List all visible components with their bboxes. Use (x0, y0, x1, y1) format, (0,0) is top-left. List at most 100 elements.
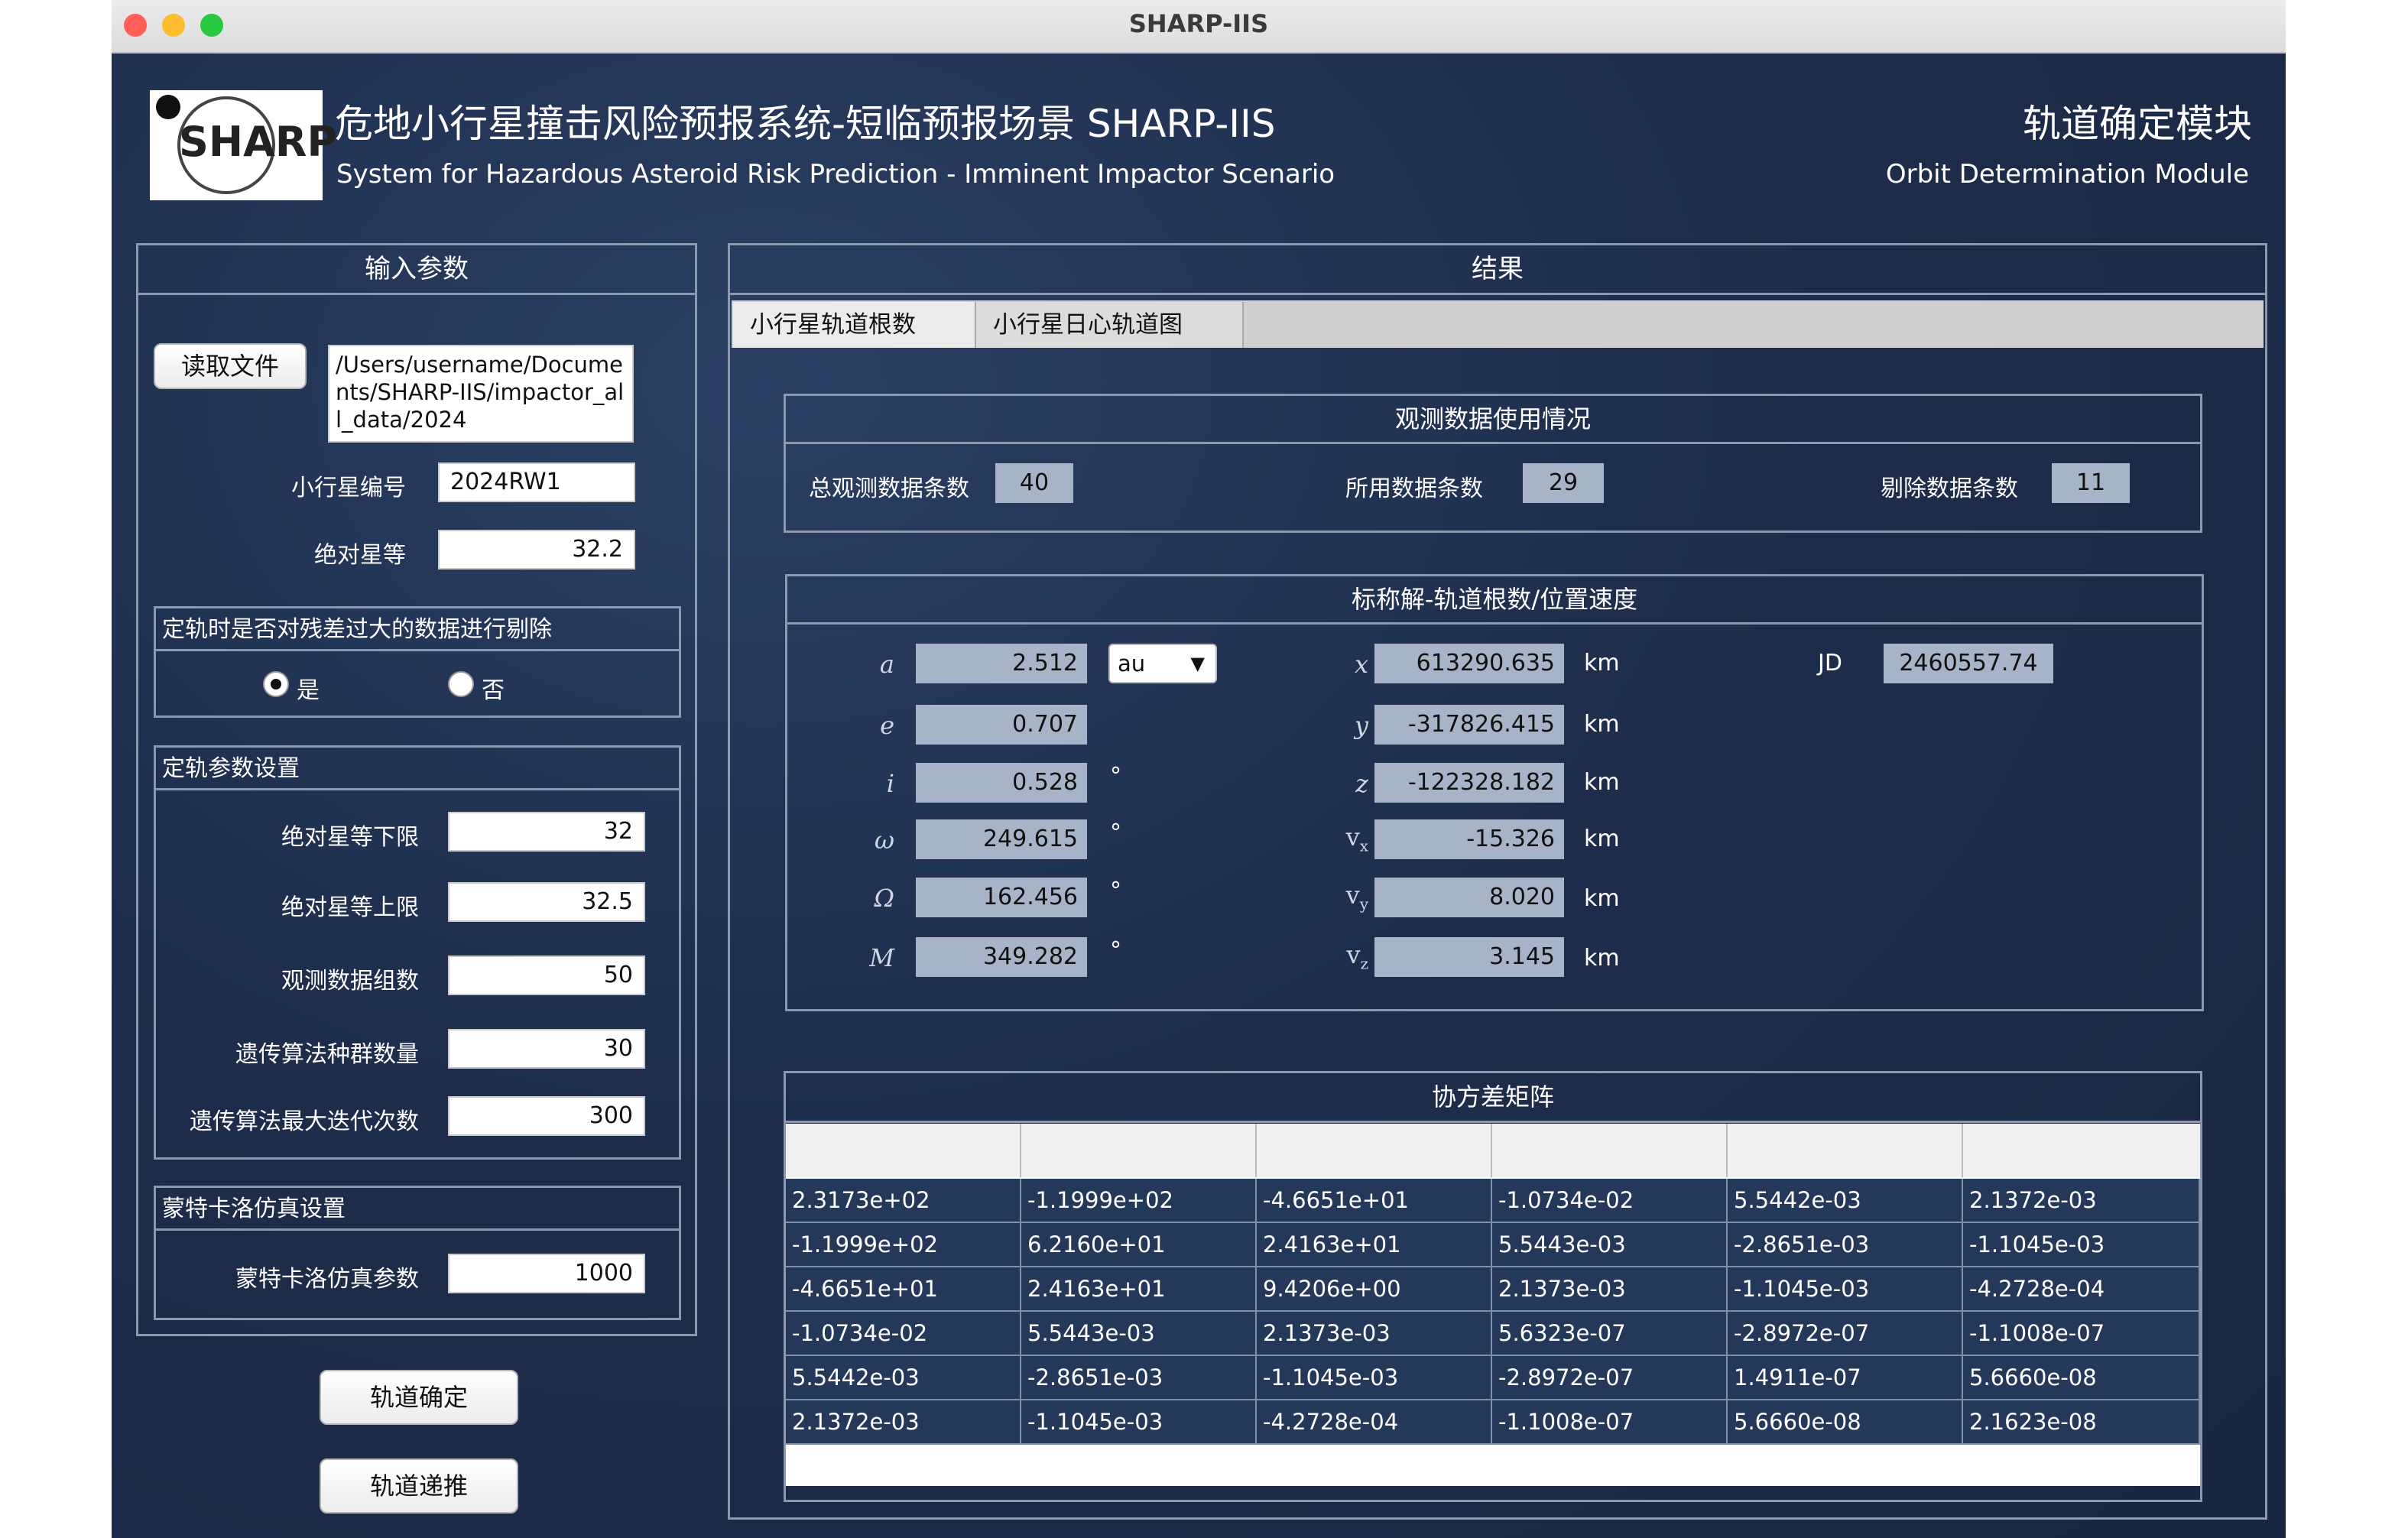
mc-param-input[interactable]: 1000 (448, 1254, 645, 1293)
app-title-cn: 危地小行星撞击风险预报系统-短临预报场景 SHARP-IIS (335, 102, 1276, 146)
a-unit-select-value: au (1118, 651, 1146, 677)
mc-panel-title: 蒙特卡洛仿真设置 (156, 1188, 679, 1231)
table-cell[interactable]: -2.8651e-03 (1021, 1356, 1257, 1400)
mc-param-label: 蒙特卡洛仿真参数 (235, 1266, 419, 1293)
app-title-en: System for Hazardous Asteroid Risk Predi… (336, 159, 1335, 190)
element-node-unit: ° (1110, 878, 1121, 904)
tab-heliocentric-orbit[interactable]: 小行星日心轨道图 (976, 302, 1244, 348)
state-vx-value: -15.326 (1374, 819, 1564, 859)
orbit-propagate-button[interactable]: 轨道递推 (320, 1459, 518, 1514)
table-cell[interactable]: -1.1045e-03 (1728, 1267, 1963, 1312)
asteroid-id-input[interactable]: 2024RW1 (438, 462, 635, 502)
table-cell[interactable]: 1.4911e-07 (1728, 1356, 1963, 1400)
abs-mag-input[interactable]: 32.2 (438, 530, 635, 569)
ga-population-input[interactable]: 30 (448, 1029, 645, 1069)
input-panel-title: 输入参数 (138, 245, 695, 295)
obs-groups-input[interactable]: 50 (448, 956, 645, 995)
table-cell[interactable]: 5.5442e-03 (786, 1356, 1021, 1400)
read-file-button[interactable]: 读取文件 (154, 343, 307, 389)
state-z-value: -122328.182 (1374, 763, 1564, 803)
table-cell[interactable]: -4.6651e+01 (1257, 1179, 1492, 1223)
reject-panel: 定轨时是否对残差过大的数据进行剔除 是 否 (154, 606, 681, 718)
ga-iterations-label: 遗传算法最大迭代次数 (190, 1108, 419, 1135)
a-unit-select[interactable]: au ▼ (1108, 644, 1217, 683)
table-cell[interactable]: 2.1623e-08 (1963, 1400, 2200, 1445)
jd-value: 2460557.74 (1884, 644, 2053, 683)
od-settings-panel: 定轨参数设置 绝对星等下限 32 绝对星等上限 32.5 观测数据组数 50 遗… (154, 745, 681, 1160)
element-node-value: 162.456 (916, 878, 1087, 917)
table-header-cell (1021, 1124, 1257, 1177)
state-symbol-x: x (1354, 650, 1368, 679)
table-cell[interactable]: -1.1008e-07 (1963, 1312, 2200, 1356)
chevron-down-icon: ▼ (1190, 653, 1205, 674)
table-cell[interactable]: 5.5443e-03 (1492, 1223, 1728, 1267)
obs-usage-title: 观测数据使用情况 (786, 396, 2200, 444)
table-header-cell (1963, 1124, 2200, 1177)
covariance-panel: 协方差矩阵 2.3173e+02 -1.1999e+02 -4.6651e+01 -1… (784, 1071, 2202, 1502)
table-cell[interactable]: 2.4163e+01 (1021, 1267, 1257, 1312)
element-symbol-node: Ω (874, 884, 894, 913)
covariance-title: 协方差矩阵 (786, 1073, 2200, 1123)
app-window: SHARP-IIS SHARP 危地小行星撞击风险预报系统-短临预报场景 SHA… (112, 0, 2286, 1538)
table-cell[interactable]: -4.2728e-04 (1963, 1267, 2200, 1312)
orbit-determine-button[interactable]: 轨道确定 (320, 1370, 518, 1425)
element-symbol-m: M (869, 943, 894, 972)
table-cell[interactable]: -4.6651e+01 (786, 1267, 1021, 1312)
table-cell[interactable]: 9.4206e+00 (1257, 1267, 1492, 1312)
state-vz-unit: km (1584, 945, 1620, 972)
od-settings-title: 定轨参数设置 (156, 748, 679, 790)
reject-no-radio[interactable] (448, 671, 474, 697)
title-bar: SHARP-IIS (112, 0, 2286, 54)
table-cell[interactable]: 2.1373e-03 (1492, 1267, 1728, 1312)
table-cell[interactable]: -1.0734e-02 (786, 1312, 1021, 1356)
table-cell[interactable]: 5.6323e-07 (1492, 1312, 1728, 1356)
ga-iterations-input[interactable]: 300 (448, 1096, 645, 1136)
element-i-value: 0.528 (916, 763, 1087, 803)
element-m-value: 349.282 (916, 937, 1087, 977)
table-cell[interactable]: 6.2160e+01 (1021, 1223, 1257, 1267)
table-cell[interactable]: 2.1372e-03 (786, 1400, 1021, 1445)
vz-symbol: v (1346, 940, 1361, 969)
element-a-value: 2.512 (916, 644, 1087, 683)
asteroid-id-label: 小行星编号 (291, 475, 406, 501)
state-symbol-vx: vx (1322, 823, 1368, 855)
table-header-cell (1492, 1124, 1728, 1177)
table-cell[interactable]: -2.8651e-03 (1728, 1223, 1963, 1267)
mag-lower-input[interactable]: 32 (448, 812, 645, 852)
table-cell[interactable]: -1.1045e-03 (1963, 1223, 2200, 1267)
total-obs-label: 总观测数据条数 (809, 475, 969, 502)
file-path-display[interactable]: /Users/username/Documents/SHARP-IIS/impa… (328, 345, 634, 443)
table-cell[interactable]: -1.1045e-03 (1257, 1356, 1492, 1400)
table-cell[interactable]: 5.6660e-08 (1728, 1400, 1963, 1445)
table-cell[interactable]: -1.1999e+02 (786, 1223, 1021, 1267)
table-cell[interactable]: 5.5442e-03 (1728, 1179, 1963, 1223)
table-cell[interactable]: -1.1999e+02 (1021, 1179, 1257, 1223)
table-cell[interactable]: -1.1045e-03 (1021, 1400, 1257, 1445)
table-cell[interactable]: -2.8972e-07 (1728, 1312, 1963, 1356)
reject-panel-title: 定轨时是否对残差过大的数据进行剔除 (156, 608, 679, 651)
table-cell[interactable]: 5.6660e-08 (1963, 1356, 2200, 1400)
table-cell[interactable]: 2.4163e+01 (1257, 1223, 1492, 1267)
logo-text: SHARP (179, 118, 338, 166)
table-cell[interactable]: -1.0734e-02 (1492, 1179, 1728, 1223)
table-cell[interactable]: -1.1008e-07 (1492, 1400, 1728, 1445)
table-cell[interactable]: 2.1373e-03 (1257, 1312, 1492, 1356)
tab-orbit-elements[interactable]: 小行星轨道根数 (733, 302, 976, 348)
reject-yes-radio[interactable] (263, 671, 289, 697)
table-cell[interactable]: 5.5443e-03 (1021, 1312, 1257, 1356)
table-cell[interactable]: 2.3173e+02 (786, 1179, 1021, 1223)
element-omega-value: 249.615 (916, 819, 1087, 859)
table-cell[interactable]: -4.2728e-04 (1257, 1400, 1492, 1445)
covariance-table[interactable]: 2.3173e+02 -1.1999e+02 -4.6651e+01 -1.0734e… (786, 1124, 2200, 1486)
ga-population-label: 遗传算法种群数量 (235, 1041, 419, 1068)
window-title: SHARP-IIS (1128, 9, 1269, 38)
table-cell[interactable]: -2.8972e-07 (1492, 1356, 1728, 1400)
obs-groups-label: 观测数据组数 (281, 968, 419, 995)
rejected-obs-value: 11 (2052, 463, 2130, 503)
mag-upper-input[interactable]: 32.5 (448, 882, 645, 922)
table-cell[interactable]: 2.1372e-03 (1963, 1179, 2200, 1223)
state-symbol-vy: vy (1322, 881, 1368, 913)
state-y-value: -317826.415 (1374, 705, 1564, 745)
state-x-unit: km (1584, 650, 1620, 677)
mc-panel: 蒙特卡洛仿真设置 蒙特卡洛仿真参数 1000 (154, 1186, 681, 1320)
